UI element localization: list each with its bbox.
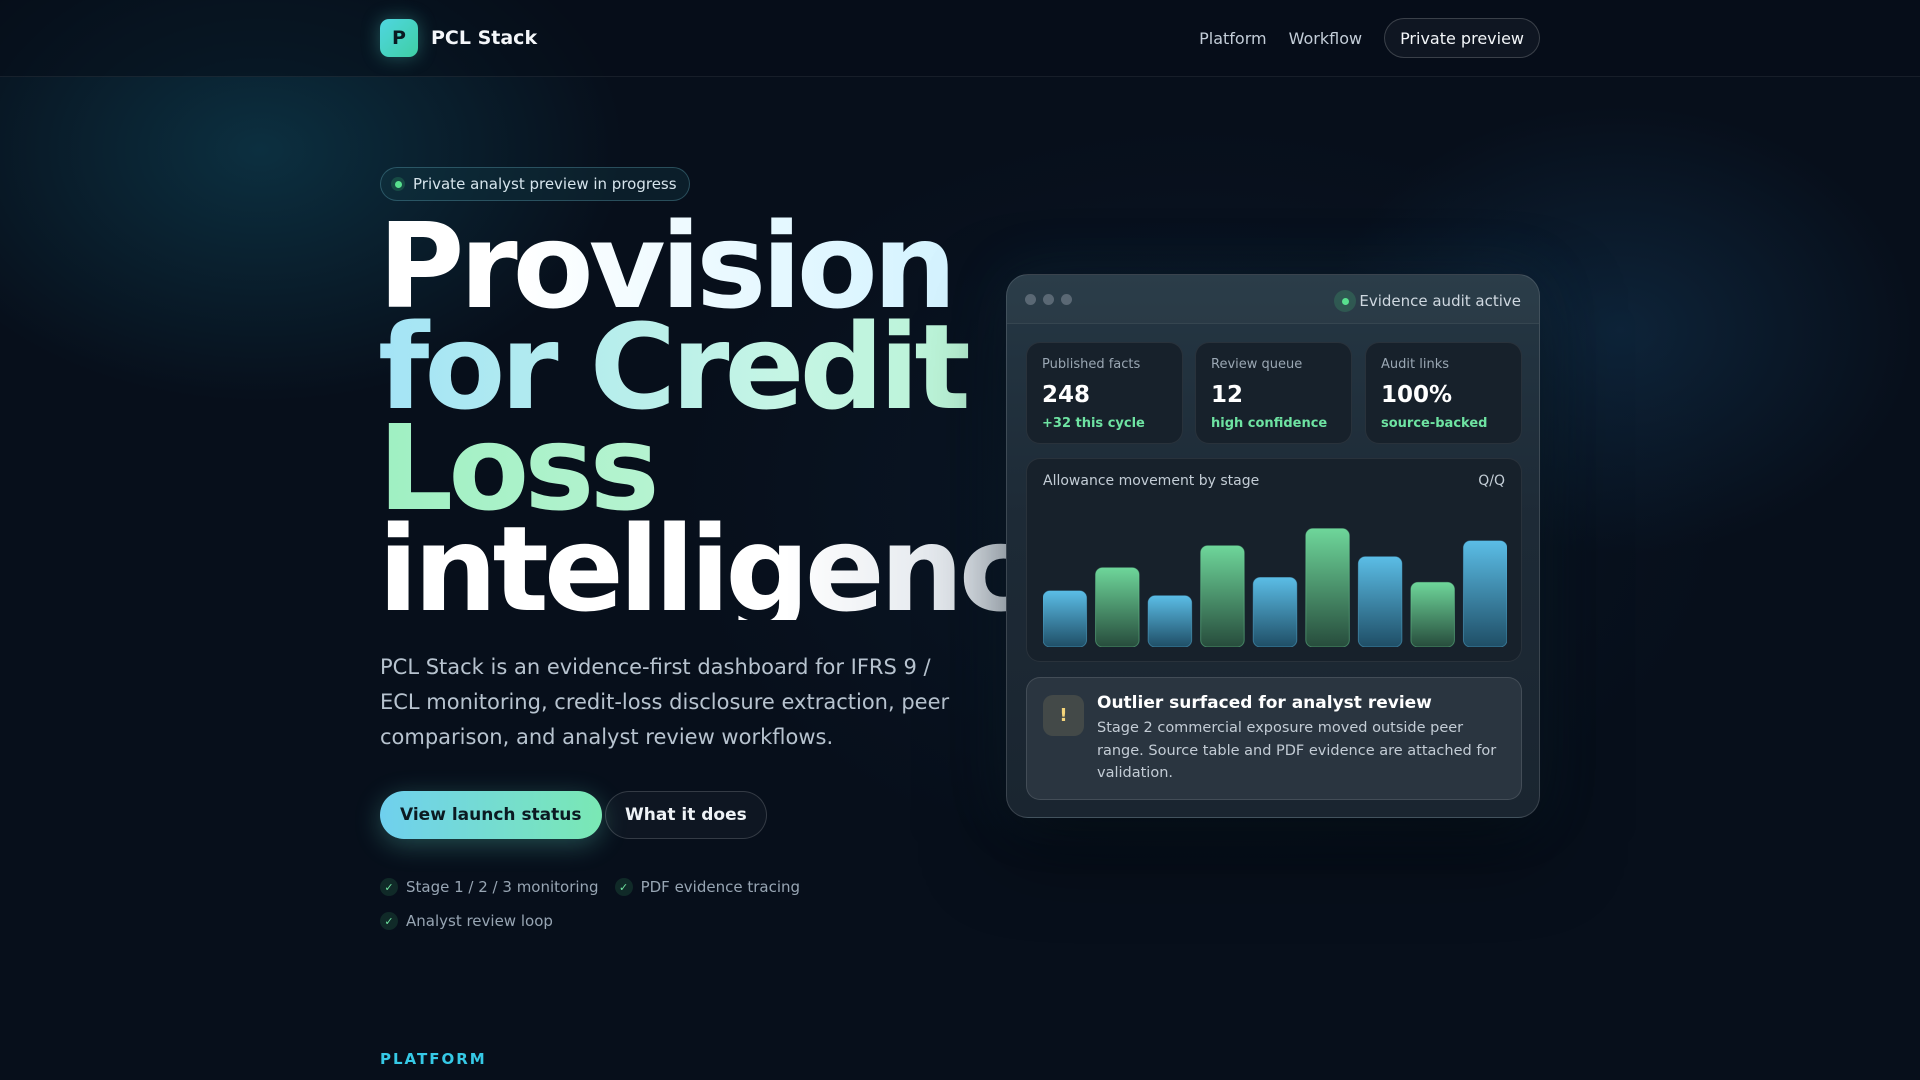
nav-link-workflow[interactable]: Workflow xyxy=(1289,29,1362,48)
stat-value: 248 xyxy=(1042,382,1091,408)
private-preview-button[interactable]: Private preview xyxy=(1384,18,1540,58)
brand-logo-icon: P xyxy=(380,19,418,57)
alert-body: Stage 2 commercial exposure moved outsid… xyxy=(1097,720,1497,781)
top-nav-bar: P PCL Stack Platform Workflow Private pr… xyxy=(0,0,1920,77)
feature-checklist: ✓ Stage 1 / 2 / 3 monitoring ✓ PDF evide… xyxy=(380,870,900,938)
stat-delta: high confidence xyxy=(1211,416,1328,431)
dashboard-preview-card: Evidence audit active Published facts 24… xyxy=(1006,274,1540,818)
stat-value: 12 xyxy=(1211,382,1244,408)
preview-status-badge: Private analyst preview in progress xyxy=(380,167,690,201)
stat-delta: source-backed xyxy=(1381,416,1488,431)
check-icon: ✓ xyxy=(380,878,398,896)
feature-item: ✓ Analyst review loop xyxy=(380,904,553,938)
chart-bar-1 xyxy=(1043,590,1088,647)
allowance-bar-chart xyxy=(1043,528,1507,647)
chart-bar-5 xyxy=(1252,576,1298,647)
stat-label: Review queue xyxy=(1211,357,1303,372)
allowance-chart-card: Allowance movement by stage Q/Q xyxy=(1026,458,1522,662)
feature-label: Stage 1 / 2 / 3 monitoring xyxy=(406,878,599,896)
feature-label: PDF evidence tracing xyxy=(640,878,801,896)
hero-headline: Provision for Credit Loss intelligence. xyxy=(378,207,1144,638)
stat-card-audit-links: Audit links 100% source-backed xyxy=(1365,342,1522,444)
live-dot-icon xyxy=(391,177,405,191)
alert-title: Outlier surfaced for analyst review xyxy=(1097,693,1432,713)
window-title-bar: Evidence audit active xyxy=(1007,275,1539,324)
hero-description: PCL Stack is an evidence-first dashboard… xyxy=(380,655,950,749)
audit-status-text: Evidence audit active xyxy=(1359,292,1521,310)
outlier-alert[interactable]: ! Outlier surfaced for analyst review St… xyxy=(1026,677,1522,800)
what-it-does-button[interactable]: What it does xyxy=(605,791,767,839)
chart-bar-4 xyxy=(1200,545,1245,647)
audit-status: Evidence audit active xyxy=(1334,290,1521,312)
stat-card-review-queue: Review queue 12 high confidence xyxy=(1195,342,1352,444)
chart-bar-8 xyxy=(1410,581,1455,647)
preview-status-text: Private analyst preview in progress xyxy=(413,175,677,193)
stat-card-published-facts: Published facts 248 +32 this cycle xyxy=(1026,342,1183,444)
warning-icon: ! xyxy=(1043,695,1084,736)
brand-name: PCL Stack xyxy=(431,27,538,49)
live-dot-icon xyxy=(1334,290,1357,312)
main-nav: Platform Workflow Private preview xyxy=(1199,18,1540,58)
view-launch-status-button[interactable]: View launch status xyxy=(380,791,602,839)
chart-period: Q/Q xyxy=(1478,473,1505,489)
chart-title: Allowance movement by stage xyxy=(1043,473,1260,489)
nav-link-platform[interactable]: Platform xyxy=(1199,29,1266,48)
stat-value: 100% xyxy=(1381,382,1453,408)
feature-label: Analyst review loop xyxy=(406,912,553,930)
chart-bar-3 xyxy=(1147,595,1193,647)
stat-label: Audit links xyxy=(1381,357,1449,372)
chart-bar-6 xyxy=(1305,528,1350,647)
window-dot-icon xyxy=(1025,294,1036,305)
feature-item: ✓ PDF evidence tracing xyxy=(614,870,801,904)
feature-item: ✓ Stage 1 / 2 / 3 monitoring xyxy=(380,870,599,904)
chart-bar-2 xyxy=(1095,567,1140,647)
window-dot-icon xyxy=(1061,294,1072,305)
stat-label: Published facts xyxy=(1042,357,1141,372)
platform-section-eyebrow: PLATFORM xyxy=(380,1050,487,1068)
chart-bar-7 xyxy=(1357,556,1403,647)
check-icon: ✓ xyxy=(380,912,398,930)
window-dot-icon xyxy=(1043,294,1054,305)
chart-bar-9 xyxy=(1462,540,1507,647)
brand-link[interactable]: P PCL Stack xyxy=(380,19,537,57)
check-icon: ✓ xyxy=(614,878,633,896)
headline-line-4: intelligence. xyxy=(378,500,1144,638)
stat-delta: +32 this cycle xyxy=(1042,416,1145,431)
